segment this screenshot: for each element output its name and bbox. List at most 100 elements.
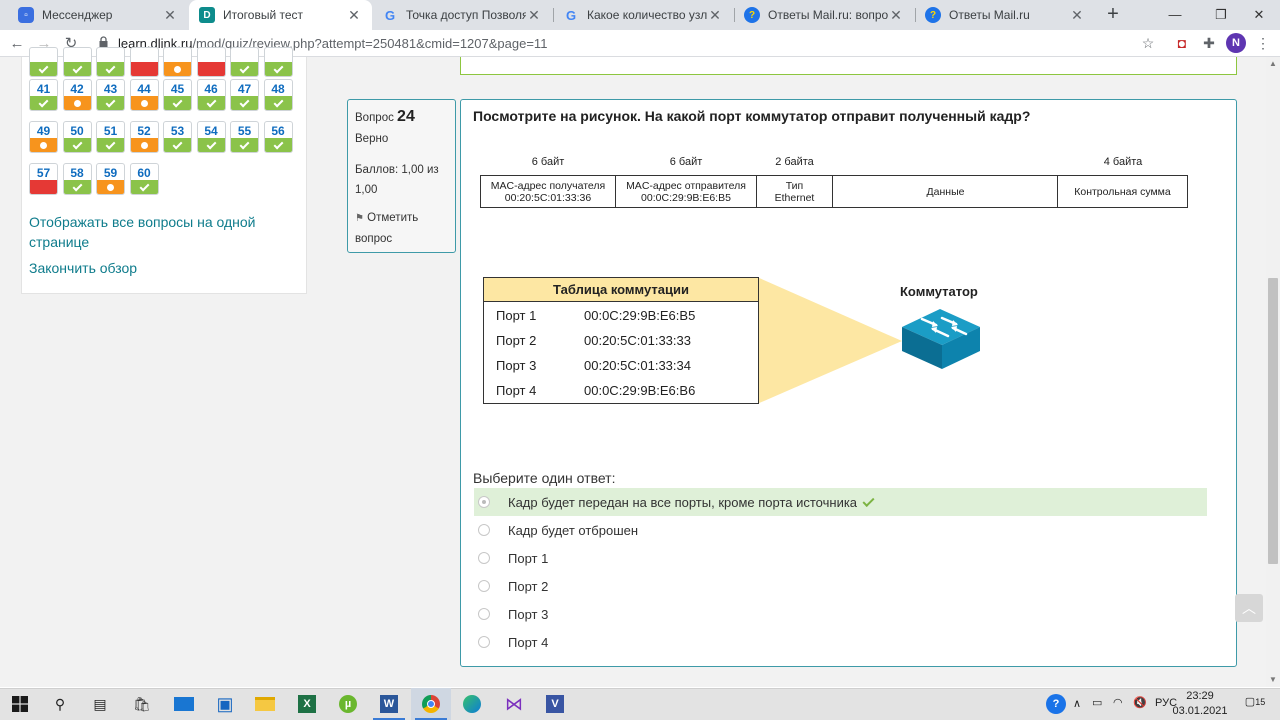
answer-option-port-2[interactable]: Порт 2 [474,572,1207,600]
quiz-nav-button[interactable]: 41 [29,79,58,111]
file-explorer-icon[interactable] [245,688,285,720]
partial-status-icon [97,180,124,194]
back-to-top-button[interactable]: ︿ [1235,594,1263,622]
chrome-icon[interactable] [411,688,451,720]
clock-time: 23:29 [1186,690,1214,702]
extensions-puzzle-icon[interactable]: ✚ [1199,33,1219,53]
bookmark-star-icon[interactable]: ☆ [1138,33,1158,53]
correct-status-icon [97,96,124,110]
question-number-label: 55 [237,124,252,138]
answer-radio[interactable] [478,608,490,620]
help-icon[interactable]: ? [1046,694,1066,714]
answer-option-all-ports[interactable]: Кадр будет передан на все порты, кроме п… [474,488,1207,516]
answer-radio[interactable] [478,552,490,564]
quiz-nav-button[interactable] [29,47,58,77]
frame-src-mac: MAC-адрес отправителя 00:0C:29:9B:E6:B5 [615,175,757,208]
close-icon[interactable]: ✕ [888,7,904,24]
show-all-questions-link[interactable]: Отображать все вопросы на одной странице [29,212,279,252]
quiz-nav-button[interactable] [96,47,125,77]
quiz-nav-button[interactable]: 53 [163,121,192,153]
close-icon[interactable]: ✕ [162,7,178,24]
utorrent-icon[interactable]: µ [328,688,368,720]
profile-avatar[interactable]: N [1226,33,1246,53]
volume-muted-icon[interactable]: 🔇 [1133,696,1147,709]
finish-review-link[interactable]: Закончить обзор [29,258,279,278]
quiz-nav-button[interactable]: 45 [163,79,192,111]
visio-icon[interactable]: V [535,688,575,720]
quiz-nav-button[interactable]: 60 [129,163,159,195]
answer-radio[interactable] [478,524,490,536]
excel-icon[interactable]: X [287,688,327,720]
notification-center-icon[interactable]: ▢15 [1244,692,1266,712]
close-window-button[interactable]: ✕ [1238,0,1280,30]
back-button[interactable]: ← [6,33,28,55]
quiz-nav-button[interactable]: 59 [96,163,125,195]
tab-mailru-question[interactable]: ? Ответы Mail.ru: вопрос ✕ [734,0,914,30]
quiz-nav-button[interactable]: 43 [96,79,125,111]
question-number-label: 51 [103,124,118,138]
minimize-button[interactable]: — [1152,0,1198,30]
answer-radio[interactable] [478,580,490,592]
answer-option-dropped[interactable]: Кадр будет отброшен [474,516,1207,544]
quiz-nav-button[interactable] [62,47,92,77]
tab-final-test[interactable]: D Итоговый тест ✕ [189,0,372,30]
quiz-nav-button[interactable]: 46 [196,79,226,111]
system-clock[interactable]: 23:29 03.01.2021 [1172,688,1228,720]
tab-mailru[interactable]: ? Ответы Mail.ru ✕ [915,0,1095,30]
answer-option-port-3[interactable]: Порт 3 [474,600,1207,628]
tab-google-2[interactable]: G Какое количество узлов до ✕ [553,0,733,30]
tab-title: Итоговый тест [223,8,304,22]
quiz-nav-button[interactable]: 42 [62,79,92,111]
quiz-nav-button[interactable]: 47 [230,79,259,111]
quiz-nav-button[interactable]: 48 [263,79,293,111]
search-icon[interactable]: ⚲ [40,688,80,720]
mail-app-icon[interactable] [164,688,204,720]
flag-question[interactable]: ⚑ Отметить вопрос [355,208,451,249]
question-number-label: 52 [137,124,151,138]
quiz-nav-button[interactable] [263,47,293,77]
save-disk-app-icon[interactable]: ▣ [205,688,245,720]
answer-option-port-4[interactable]: Порт 4 [474,628,1207,656]
answer-radio-selected[interactable] [478,496,490,508]
close-icon[interactable]: ✕ [707,7,723,24]
quiz-nav-button[interactable]: 51 [96,121,125,153]
quiz-nav-button[interactable] [163,47,192,77]
answer-option-port-1[interactable]: Порт 1 [474,544,1207,572]
quiz-nav-button[interactable]: 50 [62,121,92,153]
browser-menu-icon[interactable]: ⋮ [1253,33,1273,53]
close-icon[interactable]: ✕ [346,7,362,24]
store-icon[interactable]: 🛍 [122,688,162,720]
quiz-nav-button[interactable] [196,47,226,77]
quiz-nav-button[interactable]: 49 [29,121,58,153]
quiz-nav-button[interactable]: 57 [29,163,58,195]
word-icon[interactable]: W [369,688,409,720]
tab-messenger[interactable]: ▫ Мессенджер ✕ [8,0,188,30]
quiz-nav-button[interactable] [230,47,259,77]
quiz-nav-button[interactable]: 54 [196,121,226,153]
question-number-label: 59 [103,166,118,180]
quiz-nav-button[interactable]: 44 [129,79,159,111]
scroll-up-arrow-icon[interactable]: ▲ [1266,57,1280,71]
extension-shield-icon[interactable]: ◘ [1172,33,1192,53]
wifi-icon[interactable]: ◠ [1113,696,1123,709]
battery-icon[interactable]: ▭ [1092,696,1102,709]
frame-dest-mac: MAC-адрес получателя 00:20:5C:01:33:36 [480,175,616,208]
close-icon[interactable]: ✕ [1069,7,1085,24]
quiz-nav-button[interactable]: 52 [129,121,159,153]
new-tab-button[interactable]: + [1102,4,1124,26]
tray-chevron-icon[interactable]: ∧ [1073,697,1081,710]
edge-icon[interactable] [452,688,492,720]
tab-google-1[interactable]: G Точка доступ Позволяет об ✕ [372,0,552,30]
quiz-nav-button[interactable]: 58 [62,163,92,195]
type-value: Ethernet [774,191,815,204]
quiz-nav-button[interactable]: 55 [230,121,259,153]
scrollbar-thumb[interactable] [1268,278,1278,564]
answer-radio[interactable] [478,636,490,648]
close-icon[interactable]: ✕ [526,7,542,24]
quiz-nav-button[interactable] [129,47,159,77]
visual-studio-icon[interactable]: ⋈ [494,688,534,720]
scroll-down-arrow-icon[interactable]: ▼ [1266,673,1280,687]
start-button[interactable] [0,688,40,720]
task-view-icon[interactable]: ▤ [80,688,120,720]
quiz-nav-button[interactable]: 56 [263,121,293,153]
